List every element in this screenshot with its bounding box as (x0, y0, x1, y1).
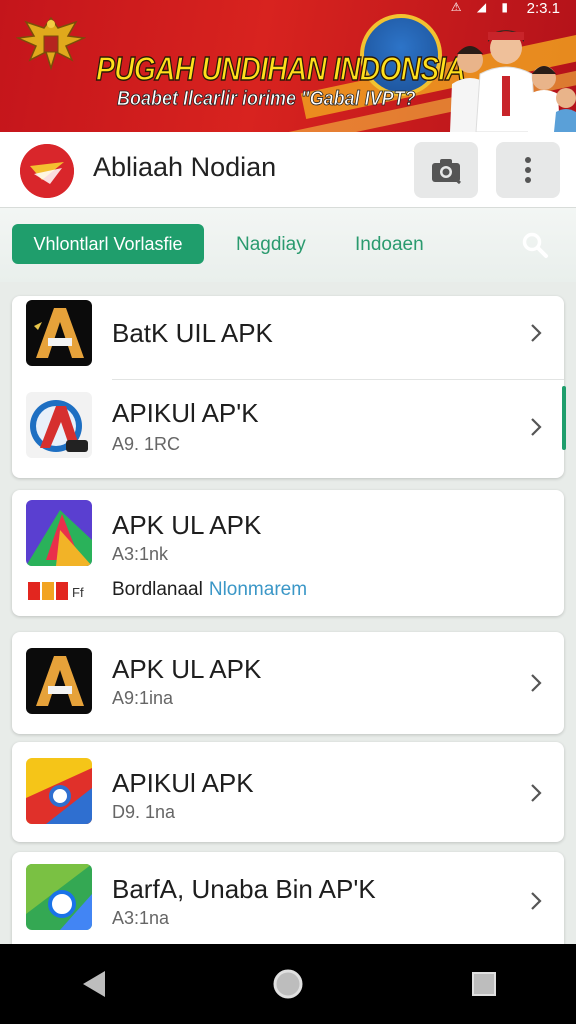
chevron-right-icon (531, 784, 542, 802)
app-version: A3:1na (112, 908, 170, 928)
tab-indoaen[interactable]: Indoaen (355, 234, 424, 256)
publisher-name: Bordlanaal (112, 579, 203, 600)
promo-banner[interactable]: ⚠ ◢ ▮ 2:3.1 PUGAH UNDIHAN INDONSIA Boabe… (0, 0, 576, 132)
app-card: BatK UIL APK APIKUl AP'K A9. 1RC (12, 296, 566, 478)
app-version: A9:1ina (112, 688, 174, 708)
chevron-right-icon (531, 324, 542, 342)
app-title: APK UL APK (112, 510, 262, 540)
list-item[interactable]: APK UL APK A3:1nk Ff Bordlanaal Nlonmarem (12, 490, 564, 616)
app-title: BarfA, Unaba Bin AP'K (112, 874, 376, 904)
status-icons: ⚠ ◢ ▮ (450, 0, 514, 14)
recent-square-icon (472, 972, 496, 996)
tab-nagdiay[interactable]: Nagdiay (236, 234, 306, 256)
tab-bar: Vhlontlarl Vorlasfie Nagdiay Indoaen (0, 208, 576, 282)
app-title: APK UL APK (112, 654, 262, 684)
list-item[interactable]: BarfA, Unaba Bin AP'K A3:1na (12, 852, 564, 944)
app-version: D9. 1na (112, 802, 176, 822)
search-icon[interactable] (520, 230, 550, 260)
publisher-link[interactable]: Nlonmarem (209, 579, 307, 600)
nav-home-button[interactable] (270, 966, 306, 1002)
app-version: A9. 1RC (112, 434, 181, 454)
app-letter-a-blue-icon (26, 392, 92, 458)
app-title: APIKUl AP'K (112, 398, 259, 428)
app-title: BatK UIL APK (112, 318, 273, 348)
chevron-right-icon (531, 418, 542, 436)
chevron-right-icon (531, 674, 542, 692)
garuda-emblem-icon (16, 16, 86, 71)
publisher-label: Bordlanaal Nlonmarem (112, 579, 307, 601)
banner-title: PUGAH UNDIHAN INDONSIA (95, 49, 466, 87)
app-card: APK UL APK A9:1ina (12, 632, 564, 734)
app-letter-a-icon (26, 300, 92, 366)
nav-back-button[interactable] (76, 966, 112, 1002)
home-circle-icon (273, 969, 303, 999)
banner-people-illustration (450, 30, 576, 132)
app-title: APIKUl APK (112, 768, 254, 798)
app-colorful-a-icon (26, 500, 92, 566)
camera-button[interactable] (414, 142, 478, 198)
selection-indicator (562, 386, 566, 450)
app-card: APK UL APK A3:1nk Ff Bordlanaal Nlonmarem (12, 490, 564, 616)
chevron-right-icon (531, 892, 542, 910)
app-card: APIKUl APK D9. 1na (12, 742, 564, 842)
list-item[interactable]: APK UL APK A9:1ina (12, 632, 564, 734)
camera-icon (432, 159, 461, 184)
list-item[interactable]: BatK UIL APK (12, 296, 564, 380)
banner-subtitle: Boabet Ilcarlir iorime "Gabal IVPT? (117, 88, 416, 111)
app-map-pin-icon (26, 758, 92, 824)
tab-vorlasfie[interactable]: Vhlontlarl Vorlasfie (12, 224, 204, 264)
row-divider (112, 379, 564, 380)
system-nav-bar (0, 944, 576, 1024)
page-title: Abliaah Nodian (93, 152, 277, 182)
app-header: Abliaah Nodian (0, 132, 576, 208)
publisher-tag-icon: Ff (26, 578, 92, 604)
app-maps-icon (26, 864, 92, 930)
list-item[interactable]: APIKUl APK D9. 1na (12, 742, 564, 842)
svg-text:Ff: Ff (72, 585, 84, 600)
app-logo-icon (20, 144, 74, 198)
list-item[interactable]: APIKUl AP'K A9. 1RC (12, 382, 566, 478)
app-version: A3:1nk (112, 544, 169, 564)
more-options-button[interactable] (496, 142, 560, 198)
nav-recent-button[interactable] (466, 966, 502, 1002)
app-letter-a-icon (26, 648, 92, 714)
more-vert-icon (525, 157, 531, 183)
back-triangle-icon (83, 971, 105, 997)
